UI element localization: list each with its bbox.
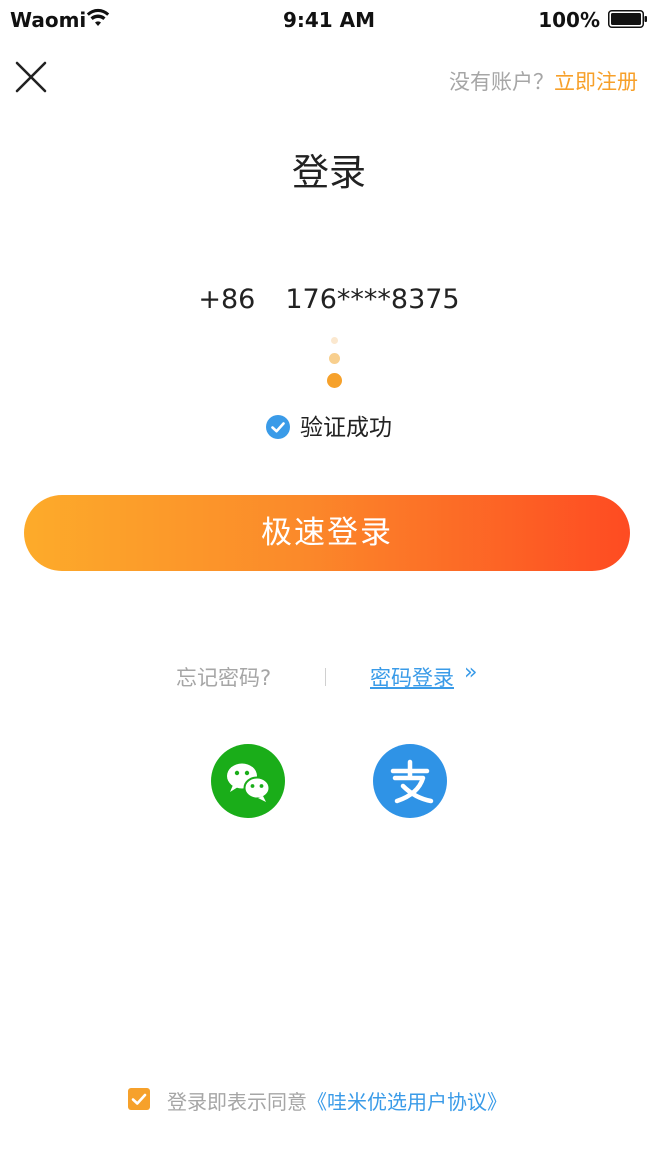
progress-dot xyxy=(331,337,338,344)
alipay-icon xyxy=(390,759,434,804)
status-bar: Waomi 9:41 AM 100% xyxy=(0,0,658,40)
password-login-link[interactable]: 密码登录 xyxy=(370,662,454,692)
progress-dot xyxy=(329,353,340,364)
check-circle-icon xyxy=(266,415,290,439)
phone-number: 176****8375 xyxy=(285,284,460,315)
register-prompt: 没有账户？立即注册 xyxy=(449,66,638,96)
double-chevron-icon[interactable]: » xyxy=(464,660,477,685)
verify-status: 验证成功 xyxy=(0,408,658,442)
agreement: 登录即表示同意《哇米优选用户协议》 xyxy=(0,1086,658,1116)
battery-percent: 100% xyxy=(538,8,600,32)
battery-icon xyxy=(608,10,647,28)
progress-dots xyxy=(327,334,343,390)
divider xyxy=(325,668,326,686)
page-title: 登录 xyxy=(292,151,366,194)
close-icon[interactable] xyxy=(14,60,48,94)
agreement-prefix: 登录即表示同意 xyxy=(167,1090,307,1114)
register-link[interactable]: 立即注册 xyxy=(554,70,638,94)
progress-dot xyxy=(327,373,342,388)
agreement-text: 登录即表示同意《哇米优选用户协议》 xyxy=(167,1086,507,1115)
check-icon xyxy=(131,1093,147,1105)
quick-login-button[interactable]: 极速登录 xyxy=(24,495,630,571)
no-account-text: 没有账户？ xyxy=(449,70,554,94)
wechat-icon xyxy=(227,763,271,802)
agreement-checkbox[interactable] xyxy=(128,1088,150,1110)
country-code: +86 xyxy=(198,284,256,315)
wechat-login-button[interactable] xyxy=(211,744,285,818)
phone-display: +86 176****8375 xyxy=(0,284,658,315)
alipay-login-button[interactable] xyxy=(373,744,447,818)
login-screen: Waomi 9:41 AM 100% 没有账户？立即注册 登录 +86 176**… xyxy=(0,0,658,1170)
login-options: 忘记密码? 密码登录 » xyxy=(0,660,658,692)
forgot-password-link[interactable]: 忘记密码? xyxy=(176,662,271,692)
verify-text: 验证成功 xyxy=(300,415,392,441)
user-agreement-link[interactable]: 《哇米优选用户协议》 xyxy=(307,1090,507,1114)
